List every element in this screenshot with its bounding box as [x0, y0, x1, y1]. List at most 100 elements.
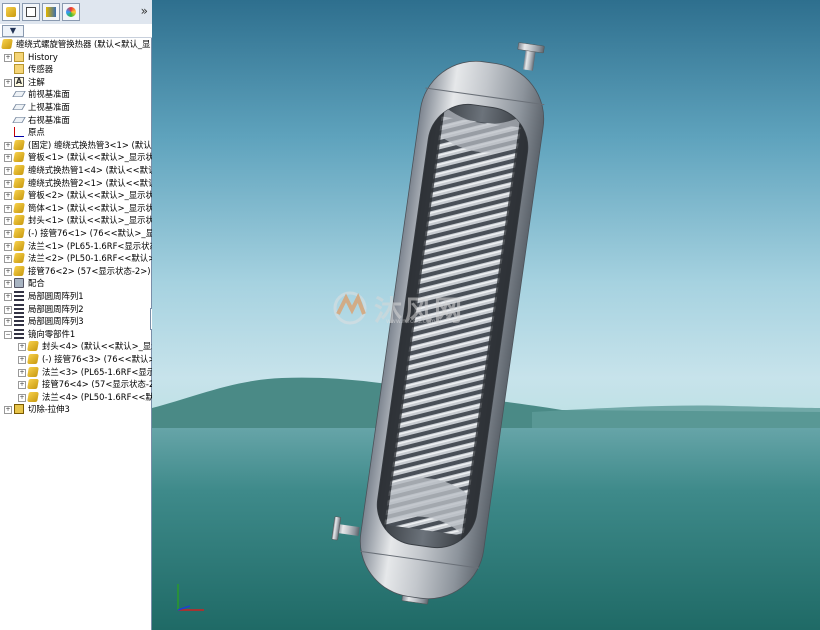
configuration-manager-tab[interactable] — [42, 3, 60, 21]
tree-item[interactable]: + (-) 接管76<1> (76<<默认>_显示 — [0, 227, 152, 240]
tree-expander[interactable]: + — [4, 267, 12, 276]
tree-expander[interactable]: + — [4, 293, 12, 301]
folder-icon — [14, 64, 24, 75]
tree-item[interactable]: + 缠绕式换热管1<4> (默认<<默认 — [0, 164, 152, 177]
tree-item-label: 局部圆周阵列1 — [28, 291, 84, 301]
tree-expander[interactable]: + — [4, 242, 12, 251]
tree-item[interactable]: + 管板<2> (默认<<默认>_显示状 — [0, 189, 152, 202]
tree-item[interactable]: + 接管76<2> (57<显示状态-2>) — [0, 265, 152, 278]
tree-expander[interactable]: + — [4, 53, 12, 62]
tree-item[interactable]: + 法兰<4> (PL50-1.6RF<<默认 — [0, 391, 152, 404]
tree-item[interactable]: + 法兰<2> (PL50-1.6RF<<默认>_ — [0, 252, 152, 265]
tree-expander[interactable]: − — [4, 330, 12, 339]
tree-item[interactable]: + (-) 接管76<3> (76<<默认>_ — [0, 353, 152, 366]
tree-expander[interactable]: + — [18, 381, 26, 390]
tree-expander[interactable]: + — [4, 255, 12, 264]
part-icon — [13, 253, 25, 264]
tree-item-label: 封头<1> (默认<<默认>_显示状 — [28, 215, 152, 226]
tree-item[interactable]: + History — [0, 51, 152, 64]
part-icon — [27, 341, 39, 352]
tree-item-label: 注解 — [28, 76, 45, 87]
part-icon — [27, 354, 39, 364]
tree-item-label: 局部圆周阵列2 — [28, 303, 84, 314]
tree-item[interactable]: + 局部圆周阵列1 — [0, 290, 152, 303]
tree-item[interactable]: + 法兰<3> (PL65-1.6RF<显示状 — [0, 366, 152, 379]
tree-item[interactable]: 缠绕式螺旋管换热器 (默认<默认_显 — [0, 38, 152, 51]
tree-item[interactable]: + 封头<1> (默认<<默认>_显示状 — [0, 214, 152, 227]
part-icon — [13, 139, 25, 150]
tree-expander[interactable]: + — [4, 179, 12, 188]
cut-icon — [14, 404, 24, 415]
tree-expander[interactable]: + — [4, 204, 12, 213]
tree-item[interactable]: 右视基准面 — [0, 114, 152, 127]
orientation-triad — [177, 584, 204, 611]
tree-item[interactable]: 上视基准面 — [0, 101, 152, 114]
tree-item[interactable]: 前视基准面 — [0, 88, 152, 101]
part-icon — [13, 152, 25, 163]
tree-item-label: 法兰<2> (PL50-1.6RF<<默认>_ — [28, 253, 152, 264]
tree-item-label: 缠绕式换热管1<4> (默认<<默认 — [28, 165, 152, 175]
tree-item-label: 法兰<4> (PL50-1.6RF<<默认 — [42, 391, 152, 402]
configuration-manager-icon — [46, 7, 56, 17]
folder-icon — [14, 51, 24, 62]
tree-item-label: 右视基准面 — [28, 114, 70, 125]
tree-expander[interactable]: + — [4, 280, 12, 289]
mate-icon — [14, 278, 24, 289]
filter-icon[interactable]: ▼ — [2, 25, 24, 37]
graphics-viewport[interactable]: 沐风网 www.mfcad.com — [152, 0, 820, 630]
tree-item[interactable]: + 切除-拉伸3 — [0, 403, 152, 416]
tree-expander[interactable]: + — [4, 78, 12, 87]
tree-expander[interactable]: + — [18, 343, 26, 352]
tree-item[interactable]: + 缠绕式换热管2<1> (默认<<默认 — [0, 177, 152, 190]
tree-expander[interactable]: + — [4, 406, 12, 415]
tree-expander[interactable]: + — [18, 393, 26, 402]
property-manager-tab[interactable] — [22, 3, 40, 21]
tree-item[interactable]: + 管板<1> (默认<<默认>_显示状 — [0, 151, 152, 164]
origin-icon — [14, 127, 24, 138]
tree-item[interactable]: − 镜向零部件1 — [0, 328, 152, 341]
filter-bar: ▼ — [0, 24, 152, 38]
tree-expander[interactable]: + — [4, 141, 12, 150]
tree-item-label: 筒体<1> (默认<<默认>_显示状 — [28, 202, 152, 213]
tree-item[interactable]: + (固定) 缠绕式换热管3<1> (默认< — [0, 139, 152, 152]
tree-item-label: (-) 接管76<1> (76<<默认>_显示 — [28, 228, 152, 238]
tree-expander[interactable]: + — [4, 230, 12, 238]
tree-item[interactable]: + 配合 — [0, 277, 152, 290]
manager-tabs: » — [0, 0, 152, 25]
tree-item[interactable]: + 局部圆周阵列3 — [0, 315, 152, 328]
tree-item[interactable]: + 法兰<1> (PL65-1.6RF<显示状态 — [0, 240, 152, 253]
part-icon — [13, 240, 25, 251]
pattern-icon — [14, 291, 24, 301]
tree-expander[interactable]: + — [4, 167, 12, 175]
tree-item-label: (-) 接管76<3> (76<<默认>_ — [42, 354, 152, 364]
part-icon — [13, 177, 25, 188]
more-tabs-button[interactable]: » — [141, 4, 148, 18]
tree-item[interactable]: 传感器 — [0, 63, 152, 76]
part-icon — [13, 215, 25, 226]
part-icon — [13, 265, 25, 276]
tree-item[interactable]: + 局部圆周阵列2 — [0, 303, 152, 316]
property-manager-icon — [26, 7, 36, 17]
tree-expander[interactable]: + — [4, 318, 12, 327]
watermark: 沐风网 www.mfcad.com — [332, 288, 492, 328]
tree-expander[interactable]: + — [4, 305, 12, 314]
tree-expander[interactable]: + — [4, 192, 12, 201]
plane-icon — [12, 116, 26, 123]
tree-expander[interactable]: + — [18, 356, 26, 364]
part-icon — [27, 391, 39, 402]
tree-expander[interactable]: + — [18, 368, 26, 377]
plane-icon — [12, 91, 26, 98]
tree-item-label: 管板<2> (默认<<默认>_显示状 — [28, 190, 152, 201]
tree-item[interactable]: + A 注解 — [0, 76, 152, 89]
tree-expander[interactable]: + — [4, 154, 12, 163]
part-icon — [1, 39, 13, 49]
tree-item[interactable]: + 封头<4> (默认<<默认>_显示 — [0, 340, 152, 353]
tree-expander[interactable]: + — [4, 217, 12, 226]
feature-manager-tab[interactable] — [2, 3, 20, 21]
tree-item[interactable]: 原点 — [0, 126, 152, 139]
tree-item-label: 上视基准面 — [28, 102, 70, 112]
tree-item[interactable]: + 筒体<1> (默认<<默认>_显示状 — [0, 202, 152, 215]
annot-icon: A — [14, 76, 24, 87]
tree-item[interactable]: + 接管76<4> (57<显示状态-2 — [0, 378, 152, 391]
display-manager-tab[interactable] — [62, 3, 80, 21]
